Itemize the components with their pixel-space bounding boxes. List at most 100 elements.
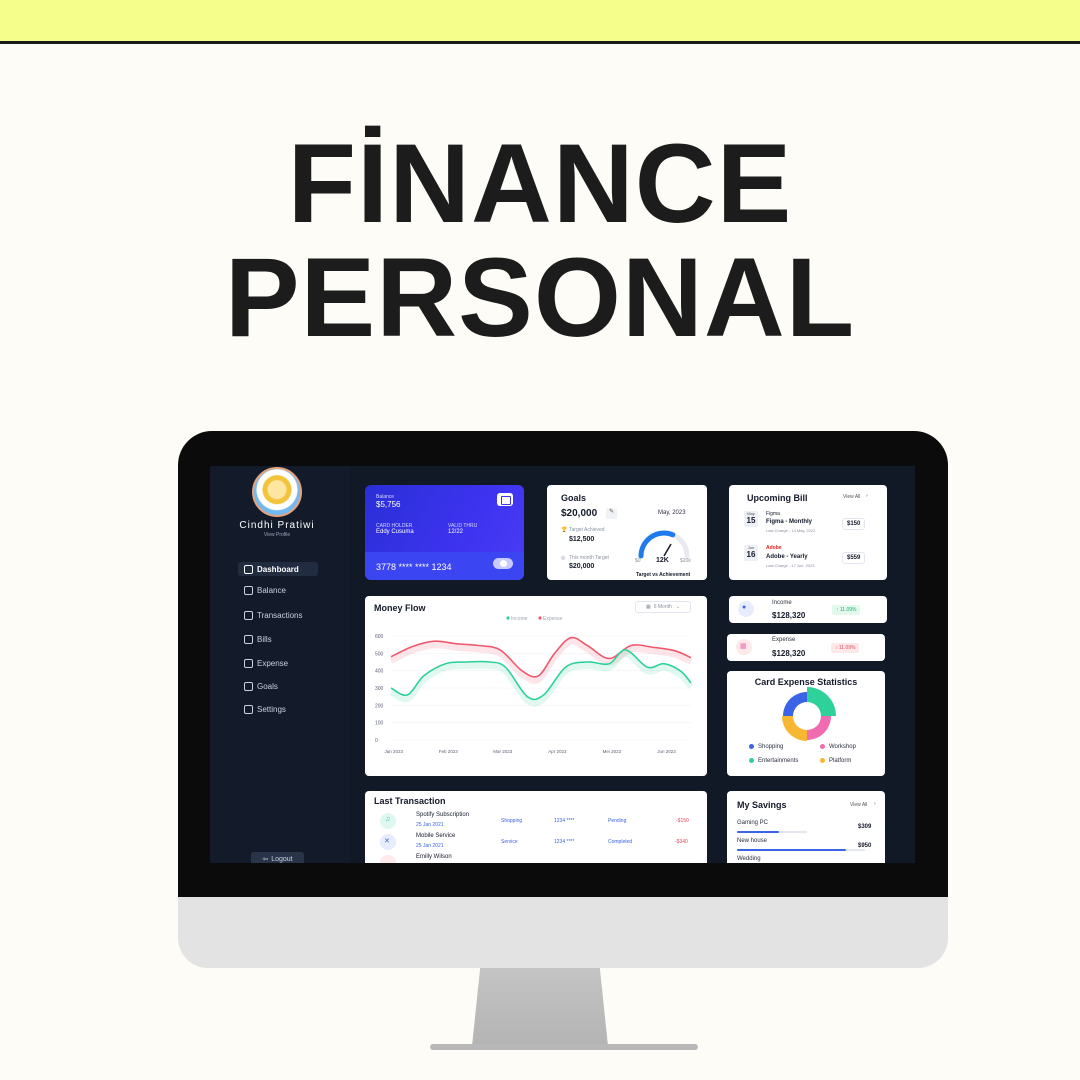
- legend-label: Platform: [829, 758, 852, 765]
- edit-icon[interactable]: ✎: [606, 508, 617, 519]
- bill-last-charge: Last Charge - 14 May, 2022: [766, 528, 816, 533]
- sidebar-item-balance[interactable]: Balance: [238, 583, 318, 597]
- sidebar-item-dashboard[interactable]: Dashboard: [238, 562, 318, 576]
- bill-icon: [244, 634, 253, 644]
- saving-progress-fill: [737, 831, 779, 833]
- saving-amount: $309: [858, 824, 872, 830]
- sidebar: Cindhi Pratiwi View Profile Dashboard Ba…: [210, 466, 350, 863]
- transaction-card: 1234 ****: [554, 818, 575, 824]
- music-icon: ♫: [380, 813, 396, 829]
- sidebar-item-transactions[interactable]: Transactions: [238, 608, 318, 622]
- legend-dot-icon: [820, 758, 825, 763]
- legend-label: Entertainments: [758, 758, 799, 765]
- y-tick-label: 600: [375, 634, 384, 640]
- gauge-max: $20k: [680, 558, 691, 564]
- bill-brand: Figma: [766, 511, 780, 517]
- gauge-fill: [638, 530, 676, 559]
- logout-button[interactable]: ⇦ Logout: [251, 852, 304, 863]
- upcoming-bill-title: Upcoming Bill: [747, 493, 808, 503]
- card-balance: $5,756: [376, 500, 401, 509]
- bill-name: Figma - Monthly: [766, 519, 812, 525]
- gear-icon: [244, 704, 253, 714]
- x-tick-label: Mar 2023: [493, 749, 513, 754]
- expense-card: ▦ Expense $128,320 ↑ 11.09%: [727, 634, 885, 661]
- sidebar-item-expense[interactable]: Expense: [238, 656, 318, 670]
- income-icon: ●: [738, 601, 754, 617]
- card-expense-stats-card: Card Expense Statistics Shopping Worksho…: [727, 671, 885, 776]
- view-profile-link[interactable]: View Profile: [210, 532, 344, 538]
- bill-day: 16: [746, 550, 756, 559]
- card-valid: 12/22: [448, 529, 464, 535]
- transaction-name: Spotify Subscription: [416, 812, 470, 818]
- donut-slice-platform: [782, 716, 807, 741]
- donut-slice-workshop: [807, 716, 831, 740]
- calendar-icon: ▦: [645, 604, 651, 610]
- transaction-status: Completed: [608, 839, 633, 845]
- logout-icon: ⇦: [262, 856, 269, 863]
- legend-dot-icon: [749, 758, 754, 763]
- month-target: $20,000: [569, 563, 595, 570]
- saving-label: Wedding: [737, 856, 761, 862]
- month-target-label: This month Target: [569, 555, 609, 561]
- bill-day: 15: [746, 516, 756, 525]
- saving-progress-bar: [737, 849, 865, 851]
- transaction-type: Shopping: [501, 818, 523, 824]
- x-tick-label: Jan 2023: [384, 749, 403, 754]
- bill-view-all-link[interactable]: View All: [843, 494, 860, 500]
- swap-icon: [244, 610, 253, 620]
- monitor-base: [430, 1044, 698, 1050]
- bill-amount[interactable]: $559: [842, 552, 866, 564]
- y-tick-label: 400: [375, 669, 384, 675]
- avatar[interactable]: [252, 467, 302, 517]
- saving-progress-bar: [737, 831, 807, 833]
- money-flow-title: Money Flow: [374, 603, 426, 613]
- transaction-date: 25 Jan 2021: [416, 843, 444, 849]
- saving-label: Gaming PC: [737, 820, 769, 826]
- y-tick-label: 0: [375, 738, 378, 744]
- expense-value: $128,320: [772, 649, 806, 658]
- bill-name: Adobe - Yearly: [766, 554, 808, 560]
- transaction-type: Service: [501, 839, 518, 845]
- bill-amount[interactable]: $150: [842, 518, 866, 530]
- last-transaction-title: Last Transaction: [374, 796, 446, 806]
- expense-change: 11.09%: [838, 645, 856, 651]
- sidebar-item-settings[interactable]: Settings: [238, 702, 318, 716]
- card-number: 3778 **** **** 1234: [376, 562, 452, 572]
- transaction-name: Mobile Service: [416, 833, 456, 839]
- savings-view-all-link[interactable]: View All: [850, 802, 867, 808]
- gauge-needle: [663, 543, 672, 557]
- legend-label: Workshop: [829, 744, 856, 751]
- home-icon: [244, 564, 253, 574]
- top-banner: [0, 0, 1080, 44]
- gauge-min: $0: [635, 558, 641, 564]
- my-savings-title: My Savings: [737, 800, 787, 810]
- income-value: $128,320: [772, 611, 806, 620]
- legend-item: Platform: [820, 758, 851, 764]
- headline-line-2: PERSONAL: [224, 235, 856, 360]
- sidebar-item-label: Goals: [257, 681, 278, 691]
- x-tick-label: Jun 2023: [657, 749, 676, 754]
- legend-dot-icon: [820, 744, 825, 749]
- legend-label: Expense: [543, 616, 563, 622]
- legend-item: Entertainments: [749, 758, 798, 764]
- bill-last-charge: Last Charge - 17 Jun, 2023: [766, 563, 815, 568]
- transaction-amount: -$340: [675, 839, 688, 845]
- legend-dot-icon: [506, 616, 510, 620]
- transaction-name: Emilly Wilson: [416, 854, 452, 860]
- gauge-caption: Target vs Achievement: [636, 572, 691, 578]
- sidebar-item-goals[interactable]: Goals: [238, 679, 318, 693]
- period-filter-dropdown[interactable]: ▦ 6 Month ⌄: [635, 601, 691, 613]
- sidebar-item-bills[interactable]: Bills: [238, 632, 318, 646]
- transaction-amount: -$150: [676, 818, 689, 824]
- chevron-right-icon[interactable]: ›: [866, 493, 868, 499]
- card-toggle[interactable]: [493, 558, 513, 569]
- card-chip-icon: [497, 493, 513, 506]
- transaction-status: Pending: [608, 818, 627, 824]
- income-change-badge: ↑ 11.09%: [832, 605, 861, 615]
- chevron-right-icon[interactable]: ›: [874, 801, 876, 807]
- adobe-logo-icon: Adobe: [766, 545, 782, 551]
- chevron-down-icon: ⌄: [675, 604, 680, 610]
- y-tick-label: 300: [375, 686, 384, 692]
- money-flow-chart: Income Expense 600 500 400 300 200 100 0 Jan 2023…: [375, 616, 694, 754]
- credit-card[interactable]: Balance $5,756 CARD HOLDER Eddy Cusuma V…: [365, 485, 524, 580]
